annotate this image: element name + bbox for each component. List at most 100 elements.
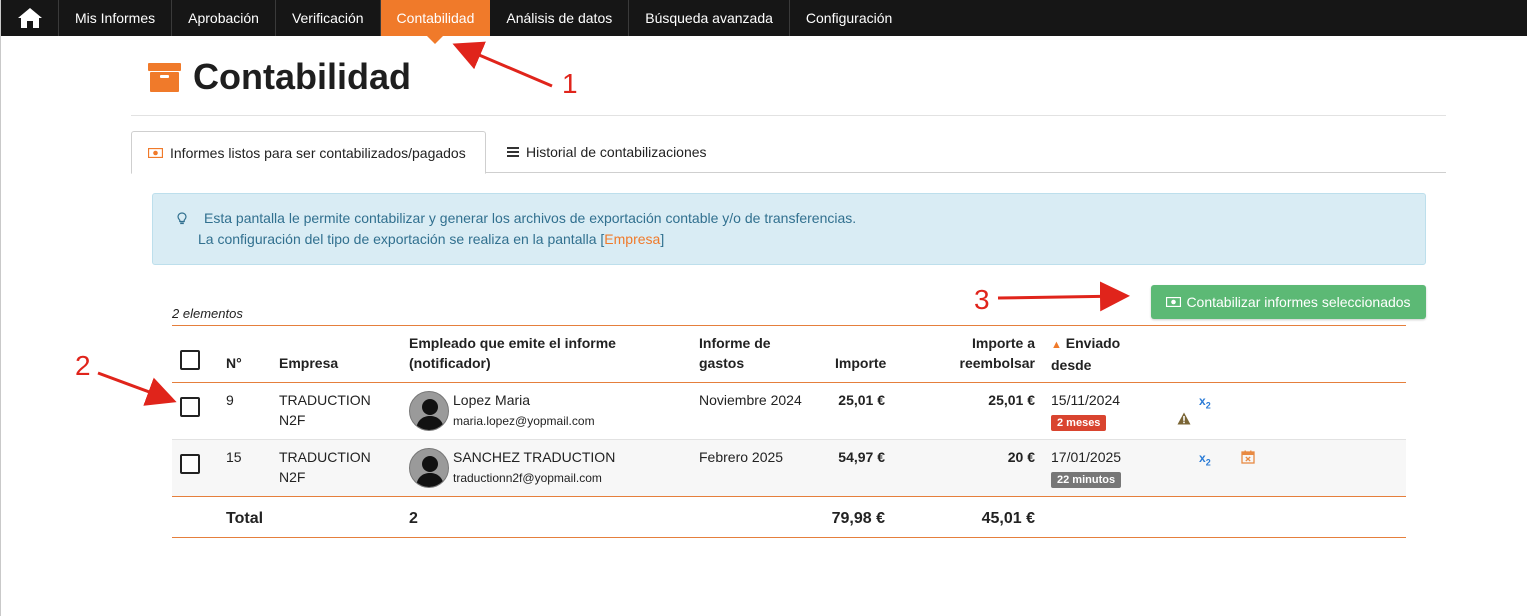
employee-email: traductionn2f@yopmail.com: [453, 471, 602, 485]
contabilizar-button[interactable]: Contabilizar informes seleccionados: [1151, 285, 1426, 319]
home-button[interactable]: [1, 0, 59, 36]
header-line: Importe a: [971, 335, 1035, 351]
nav-verificacion[interactable]: Verificación: [276, 0, 381, 36]
tag-sub: 2: [1205, 400, 1211, 411]
items-count: 2 elementos: [172, 306, 243, 321]
page-header: Contabilidad: [148, 56, 411, 98]
tag-text: x: [1199, 451, 1206, 465]
nav-configuracion[interactable]: Configuración: [790, 0, 908, 36]
archive-box-icon: [148, 63, 181, 92]
button-label: Contabilizar informes seleccionados: [1186, 294, 1411, 310]
report-period: Febrero 2025: [699, 449, 784, 465]
avatar: [409, 391, 449, 431]
row-checkbox[interactable]: [180, 454, 200, 474]
money-icon: [1166, 297, 1182, 307]
table-row[interactable]: 9 TRADUCTION N2F Lopez Maria maria.lopez…: [172, 383, 1406, 440]
nav-busqueda[interactable]: Búsqueda avanzada: [629, 0, 790, 36]
total-amount: 79,98 €: [831, 510, 885, 527]
header-line: ▲ Enviado: [1051, 333, 1120, 355]
employee-name: Lopez Maria: [453, 392, 531, 408]
nav-label: Mis Informes: [75, 10, 156, 26]
table-row[interactable]: 15 TRADUCTION N2F SANCHEZ TRADUCTION tra…: [172, 440, 1406, 497]
header-line: Empleado que emite el informe: [409, 335, 616, 351]
tab-label: Historial de contabilizaciones: [526, 144, 707, 160]
annotation-arrow-3: [997, 281, 1130, 312]
header-line: reembolsar: [959, 355, 1035, 371]
nav-contabilidad[interactable]: Contabilidad: [380, 0, 491, 44]
warning-icon[interactable]: [1177, 412, 1191, 425]
info-text: La configuración del tipo de exportación…: [198, 231, 605, 247]
age-badge: 2 meses: [1051, 415, 1107, 431]
age-badge: 22 minutos: [1051, 472, 1122, 488]
tab-bar: Informes listos para ser contabilizados/…: [131, 131, 1446, 174]
header-sent[interactable]: ▲ Enviado desde: [1051, 333, 1120, 375]
sent-date: 17/01/2025: [1051, 449, 1122, 465]
annotation-arrow-2: [97, 371, 177, 406]
info-line: La configuración del tipo de exportación…: [198, 231, 664, 247]
header-company: Empresa: [279, 355, 339, 371]
nav-label: Verificación: [291, 10, 364, 26]
annotation-arrow-1: [452, 41, 553, 88]
info-alert: Esta pantalla le permite contabilizar y …: [152, 193, 1426, 265]
totals-row: Total 2 79,98 € 45,01 €: [172, 497, 1406, 538]
avatar: [409, 448, 449, 488]
annotation-label-2: 2: [75, 350, 91, 381]
nav-mis-informes[interactable]: Mis Informes: [59, 0, 173, 36]
header-no: N°: [226, 355, 242, 371]
company-line: N2F: [279, 412, 306, 428]
row-checkbox[interactable]: [180, 397, 200, 417]
nav-label: Búsqueda avanzada: [645, 10, 773, 26]
header-line: (notificador): [409, 355, 491, 371]
lightbulb-icon: [177, 211, 187, 224]
sort-asc-icon: ▲: [1051, 339, 1062, 351]
nav-aprobacion[interactable]: Aprobación: [172, 0, 276, 36]
info-line: Esta pantalla le permite contabilizar y …: [177, 210, 856, 226]
header-employee: Empleado que emite el informe (notificad…: [409, 333, 616, 373]
tag-sub: 2: [1205, 457, 1211, 468]
reimburse-value: 25,01 €: [988, 392, 1035, 408]
top-nav: Mis Informes Aprobación Verificación Con…: [1, 0, 1527, 44]
calendar-x-icon[interactable]: [1241, 450, 1255, 464]
header-reimburse: Importe a reembolsar: [935, 333, 1035, 373]
x2-tag-icon[interactable]: x2: [1199, 394, 1211, 410]
company-line: N2F: [279, 469, 306, 485]
row-no: 15: [226, 449, 242, 465]
money-icon: [148, 147, 163, 158]
info-text: Esta pantalla le permite contabilizar y …: [204, 210, 857, 226]
employee-email: maria.lopez@yopmail.com: [453, 414, 595, 428]
home-icon: [17, 8, 42, 28]
tag-text: x: [1199, 394, 1206, 408]
select-all-checkbox[interactable]: [180, 350, 200, 370]
annotation-label-1: 1: [562, 68, 578, 99]
page-title: Contabilidad: [193, 56, 411, 97]
nav-analisis[interactable]: Análisis de datos: [490, 0, 630, 36]
table-header: N° Empresa Empleado que emite el informe…: [172, 325, 1406, 383]
tab-label: Informes listos para ser contabilizados/…: [170, 144, 466, 161]
tab-historial[interactable]: Historial de contabilizaciones: [507, 131, 707, 173]
x2-tag-icon[interactable]: x2: [1199, 451, 1211, 467]
tab-informes-listos[interactable]: Informes listos para ser contabilizados/…: [131, 131, 486, 174]
header-amount: Importe: [835, 355, 887, 371]
amount-value: 25,01 €: [838, 392, 885, 408]
annotation-label-3: 3: [974, 284, 990, 315]
nav-label: Configuración: [805, 10, 893, 26]
total-count: 2: [409, 510, 418, 527]
header-line: gastos: [699, 355, 745, 371]
nav-label: Análisis de datos: [506, 10, 613, 26]
list-icon: [507, 147, 519, 157]
age-badge-wrap: 22 minutos: [1051, 468, 1122, 488]
header-text: Enviado: [1065, 335, 1121, 351]
empresa-link[interactable]: Empresa: [604, 231, 660, 247]
amount-value: 54,97 €: [838, 449, 885, 465]
company-line: TRADUCTION: [279, 449, 371, 465]
age-badge-wrap: 2 meses: [1051, 411, 1107, 431]
row-company: TRADUCTION N2F: [279, 447, 371, 487]
reimburse-value: 20 €: [1007, 449, 1035, 465]
info-text: ]: [660, 231, 665, 247]
total-label: Total: [226, 510, 264, 527]
header-line: Informe de: [699, 335, 771, 351]
sent-date: 15/11/2024: [1051, 392, 1121, 408]
nav-label: Contabilidad: [396, 10, 475, 26]
row-company: TRADUCTION N2F: [279, 390, 371, 430]
header-report: Informe de gastos: [699, 333, 771, 373]
